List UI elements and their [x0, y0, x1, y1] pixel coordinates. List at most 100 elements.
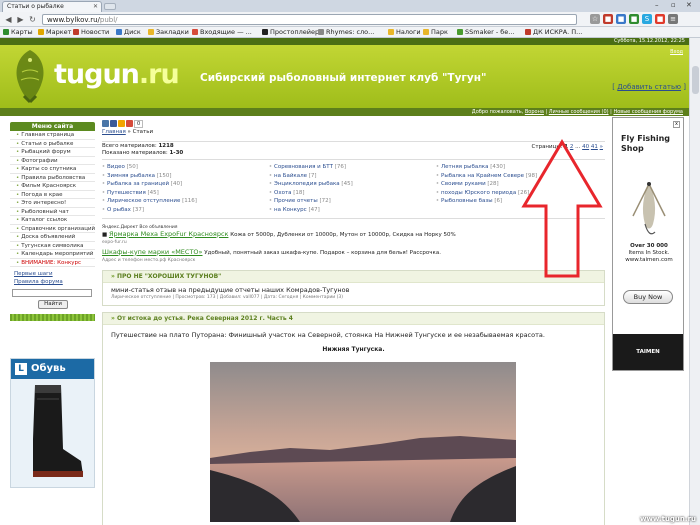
taimen-brand: TAIMEN [613, 334, 683, 370]
sidebar-menu-item[interactable]: ВНИМАНИЕ: Конкурс [10, 259, 95, 267]
ad-items: Over 30 000 [630, 243, 668, 249]
ad1-text: Кожа от 5000р, Дубленки от 10000р, Мутон… [230, 231, 456, 238]
bookmark-item[interactable]: Простоплейер [262, 28, 319, 36]
back-icon[interactable]: ◀ [3, 14, 14, 25]
bookmark-item[interactable]: Закладки [148, 28, 189, 36]
username-link[interactable]: Ворона [525, 109, 544, 115]
category-label: Рыбалка на Крайнем Севере [441, 172, 525, 179]
bookmark-item[interactable]: Маркет [38, 28, 71, 36]
sidebar-menu-item[interactable]: Карты со спутника [10, 165, 95, 174]
fly-fishing-ad[interactable]: x Fly Fishing Shop Over 30 000 Items In … [612, 117, 684, 371]
facebook-share-icon[interactable] [110, 120, 117, 127]
address-bar[interactable]: www.bylkov.ru/publ/ [42, 14, 577, 25]
page-scrollbar[interactable] [689, 38, 700, 525]
category-item[interactable]: О рыбах [37] [102, 206, 269, 215]
sidebar-menu-item[interactable]: Календарь мероприятий [10, 250, 95, 259]
category-item[interactable]: Видео [50] [102, 163, 269, 172]
bookmark-item[interactable]: Входящие — ... [192, 28, 252, 36]
bookmark-item[interactable]: ДК ИСКРА. П... [525, 28, 582, 36]
bookmark-favicon-icon [423, 29, 429, 35]
close-tab-icon[interactable]: ✕ [93, 3, 98, 10]
scrollbar-thumb[interactable] [692, 66, 699, 94]
bookmark-item[interactable]: Налоги [388, 28, 421, 36]
sidebar-menu-item[interactable]: Рыболовный чат [10, 208, 95, 216]
bookmark-item[interactable]: Парк [423, 28, 448, 36]
bookmark-favicon-icon [262, 29, 268, 35]
river-photo[interactable] [210, 361, 516, 522]
ad1-title[interactable]: Ярмарка Меха ExpoFur Красноярск [109, 230, 229, 238]
search-button[interactable]: Найти [38, 300, 68, 309]
login-link[interactable]: Вход [670, 49, 683, 55]
category-item[interactable]: на Конкурс [47] [269, 206, 436, 215]
wrench-icon[interactable]: ≡ [668, 14, 678, 24]
category-item[interactable]: Соревнования и БТТ [76] [269, 163, 436, 172]
bookmark-item[interactable]: Карты [3, 28, 33, 36]
browser-tab[interactable]: Статьи о рыбалке ✕ [2, 1, 102, 12]
skype-icon[interactable]: S [642, 14, 652, 24]
sidebar-menu-item[interactable]: Фильм Красноярск [10, 182, 95, 191]
sidebar-menu-item[interactable]: Главная страница [10, 131, 95, 140]
extension-icon[interactable]: ■ [616, 14, 626, 24]
ad2-title[interactable]: Шкафы-купе марки «МЕСТО» [102, 248, 203, 256]
buy-now-button[interactable]: Buy Now [623, 290, 673, 304]
extension-icon[interactable]: ■ [655, 14, 665, 24]
close-ad-icon[interactable]: x [673, 121, 680, 128]
sidebar-menu-item[interactable]: Справочник организаций [10, 225, 95, 233]
sidebar-menu-item[interactable]: Статьи о рыбалке [10, 140, 95, 148]
bookmark-item[interactable]: Новости [73, 28, 109, 36]
sidebar-menu-item[interactable]: Рыбацкий форум [10, 148, 95, 157]
bookmark-item[interactable]: SSmaker - бе... [457, 28, 514, 36]
sidebar-menu-item[interactable]: Это интересно! [10, 199, 95, 208]
extension-icon[interactable]: ■ [629, 14, 639, 24]
sidebar-menu-item[interactable]: Погода в крае [10, 191, 95, 199]
sidebar-menu-item[interactable]: Тугунская символика [10, 242, 95, 250]
maximize-icon[interactable]: ▫ [671, 1, 676, 9]
private-messages-link[interactable]: Личные сообщения (0) [549, 109, 609, 115]
grass-divider [10, 314, 95, 321]
category-item[interactable]: Лирическое отступление [116] [102, 197, 269, 206]
vk-share-icon[interactable] [102, 120, 109, 127]
sidebar-menu-item[interactable]: Каталог ссылок [10, 216, 95, 225]
reload-icon[interactable]: ↻ [27, 14, 38, 25]
article-entry: От истока до устья. Река Северная 2012 г… [102, 311, 605, 525]
site-logo[interactable]: tugun.ru [54, 59, 180, 90]
category-item[interactable]: Рыбалка за границей [40] [102, 180, 269, 189]
sidebar-menu-item[interactable]: Доска объявлений [10, 233, 95, 242]
category-item[interactable]: Охота [18] [269, 189, 436, 198]
category-item[interactable]: Энциклопедия рыбака [45] [269, 180, 436, 189]
category-item[interactable]: на Байкале [7] [269, 172, 436, 181]
category-label: Энциклопедия рыбака [274, 181, 340, 188]
minimize-icon[interactable]: – [655, 1, 659, 9]
add-article-label: Добавить статью [617, 83, 682, 91]
sidebar-menu-item[interactable]: Фотографии [10, 157, 95, 165]
first-steps-link[interactable]: Первые шаги [10, 271, 95, 277]
category-label: Летняя рыбалка [441, 164, 489, 170]
extension-icon[interactable]: ■ [603, 14, 613, 24]
category-item[interactable]: Зимняя рыбалка [150] [102, 172, 269, 181]
shown-value: 1-30 [169, 150, 184, 156]
share-count: 0 [134, 120, 144, 128]
article-title[interactable]: От истока до устья. Река Северная 2012 г… [103, 312, 604, 325]
search-input[interactable] [12, 289, 92, 297]
category-item[interactable]: Прочие отчеты [72] [269, 197, 436, 206]
star-icon[interactable]: ☆ [590, 14, 600, 24]
bookmark-item[interactable]: Диск [116, 28, 141, 36]
new-tab-button[interactable] [104, 3, 116, 10]
category-count: [37] [132, 206, 144, 213]
ok-share-icon[interactable] [118, 120, 125, 127]
site-menu: Главная страницаСтатьи о рыбалкеРыбацкий… [10, 131, 95, 267]
add-article-link[interactable]: [ Добавить статью ] [612, 83, 686, 91]
site-title: Сибирский рыболовный интернет клуб "Тугу… [200, 72, 487, 84]
category-label: Рыбалка за границей [107, 181, 170, 188]
category-item[interactable]: Путешествия [45] [102, 189, 269, 198]
sidebar-menu-item[interactable]: Правила рыболовства [10, 174, 95, 182]
bookmark-item[interactable]: Rhymes: сло... [318, 28, 374, 36]
breadcrumb-home[interactable]: Главная [102, 129, 126, 135]
new-forum-messages-link[interactable]: Новые сообщения форума [613, 109, 683, 115]
forward-icon[interactable]: ▶ [15, 14, 26, 25]
boots-ad-banner[interactable]: L Обувь [10, 358, 95, 488]
category-label: Прочие отчеты [274, 198, 318, 205]
forum-rules-link[interactable]: Правила форума [10, 279, 95, 285]
mail-share-icon[interactable] [126, 120, 133, 127]
close-window-icon[interactable]: ✕ [686, 1, 692, 9]
